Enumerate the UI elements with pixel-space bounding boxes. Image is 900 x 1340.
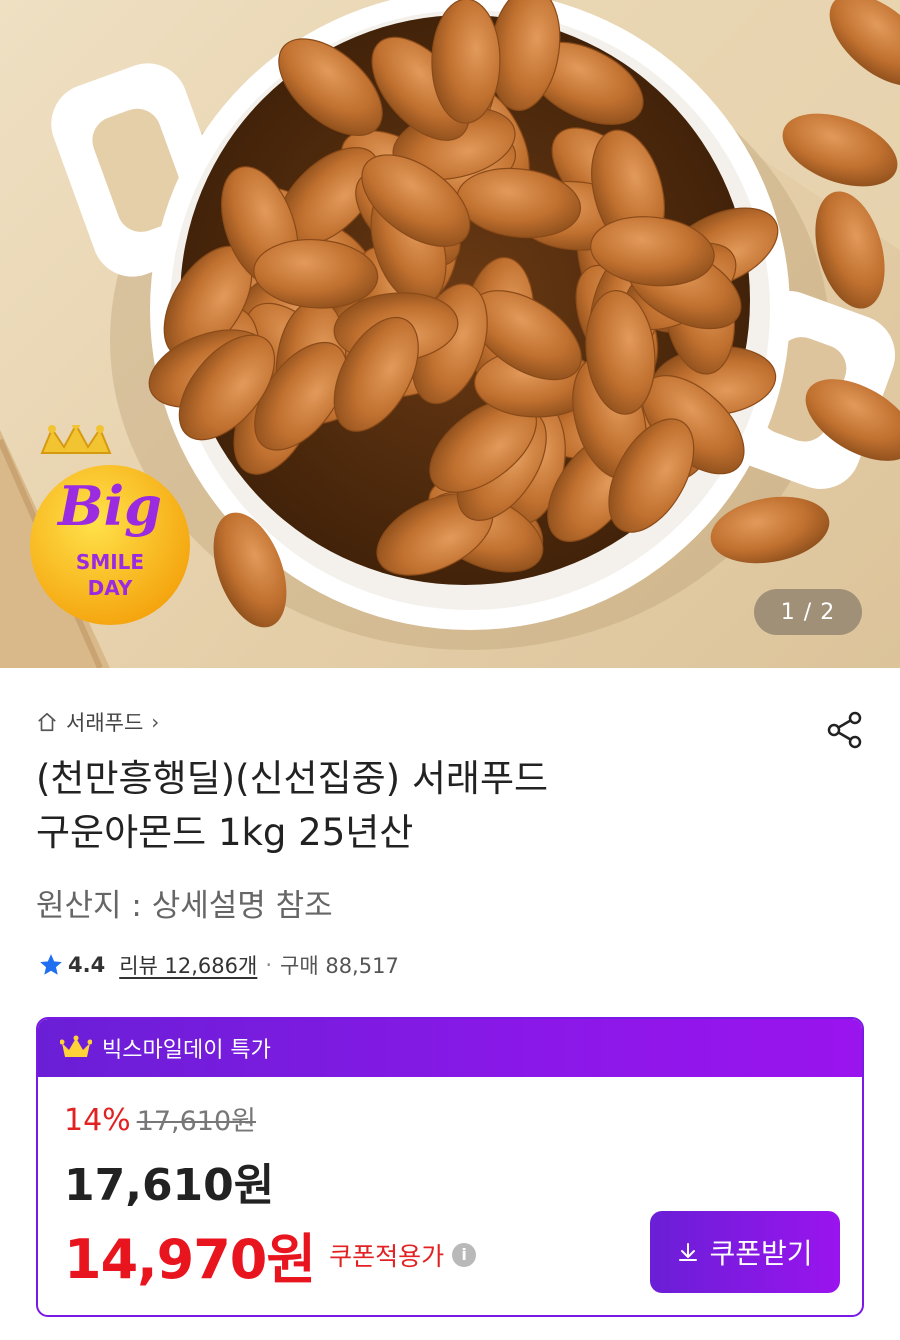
- download-coupon-label: 쿠폰받기: [709, 1237, 813, 1270]
- price-card-title: 빅스마일데이 특가: [102, 1038, 271, 1063]
- almond: [431, 0, 501, 124]
- discount-rate: 14%: [64, 1103, 131, 1138]
- product-title-line1: (천만흥행딜)(신선집중) 서래푸드: [36, 757, 549, 800]
- product-title-line2: 구운아몬드 1kg 25년산: [36, 811, 414, 854]
- download-coupon-button[interactable]: 쿠폰받기: [650, 1211, 840, 1293]
- rating-row: 4.4 리뷰 12,686개 · 구매 88,517: [38, 950, 399, 980]
- share-icon[interactable]: [824, 709, 866, 751]
- breadcrumb[interactable]: 서래푸드 ›: [36, 708, 159, 736]
- info-icon[interactable]: i: [452, 1242, 477, 1267]
- home-icon: [38, 712, 56, 732]
- discount-row: 14% 17,610원: [64, 1099, 256, 1138]
- image-counter: 1 / 2: [754, 589, 862, 635]
- svg-text:Big: Big: [56, 474, 162, 538]
- seller-link[interactable]: 서래푸드: [66, 707, 143, 737]
- coupon-price: 14,970원: [64, 1228, 316, 1291]
- svg-text:DAY: DAY: [88, 576, 133, 600]
- crown-icon: [60, 1035, 92, 1057]
- separator-dot: ·: [265, 953, 273, 977]
- coupon-price-label: 쿠폰적용가: [329, 1241, 445, 1271]
- product-image-gallery[interactable]: Big SMILE DAY 1 / 2: [0, 0, 900, 668]
- purchase-count: 구매 88,517: [280, 954, 399, 978]
- rating-score: 4.4: [68, 953, 106, 977]
- price-card-header: 빅스마일데이 특가: [38, 1019, 862, 1077]
- download-icon: [679, 1243, 698, 1261]
- original-price: 17,610원: [136, 1106, 257, 1137]
- big-smile-day-badge-icon: Big SMILE DAY: [30, 425, 190, 625]
- svg-text:SMILE: SMILE: [76, 550, 144, 574]
- review-count-link[interactable]: 리뷰 12,686개: [119, 950, 257, 980]
- star-icon: [40, 954, 62, 975]
- product-title: (천만흥행딜)(신선집중) 서래푸드 구운아몬드 1kg 25년산: [36, 752, 796, 860]
- coupon-price-row: 14,970원 쿠폰적용가 i: [64, 1215, 477, 1294]
- sale-price: 17,610원: [64, 1160, 275, 1211]
- origin-info: 원산지 : 상세설명 참조: [36, 888, 333, 924]
- chevron-right-icon: ›: [151, 710, 160, 734]
- price-card: 빅스마일데이 특가 14% 17,610원 17,610원 14,970원 쿠폰…: [36, 1017, 864, 1317]
